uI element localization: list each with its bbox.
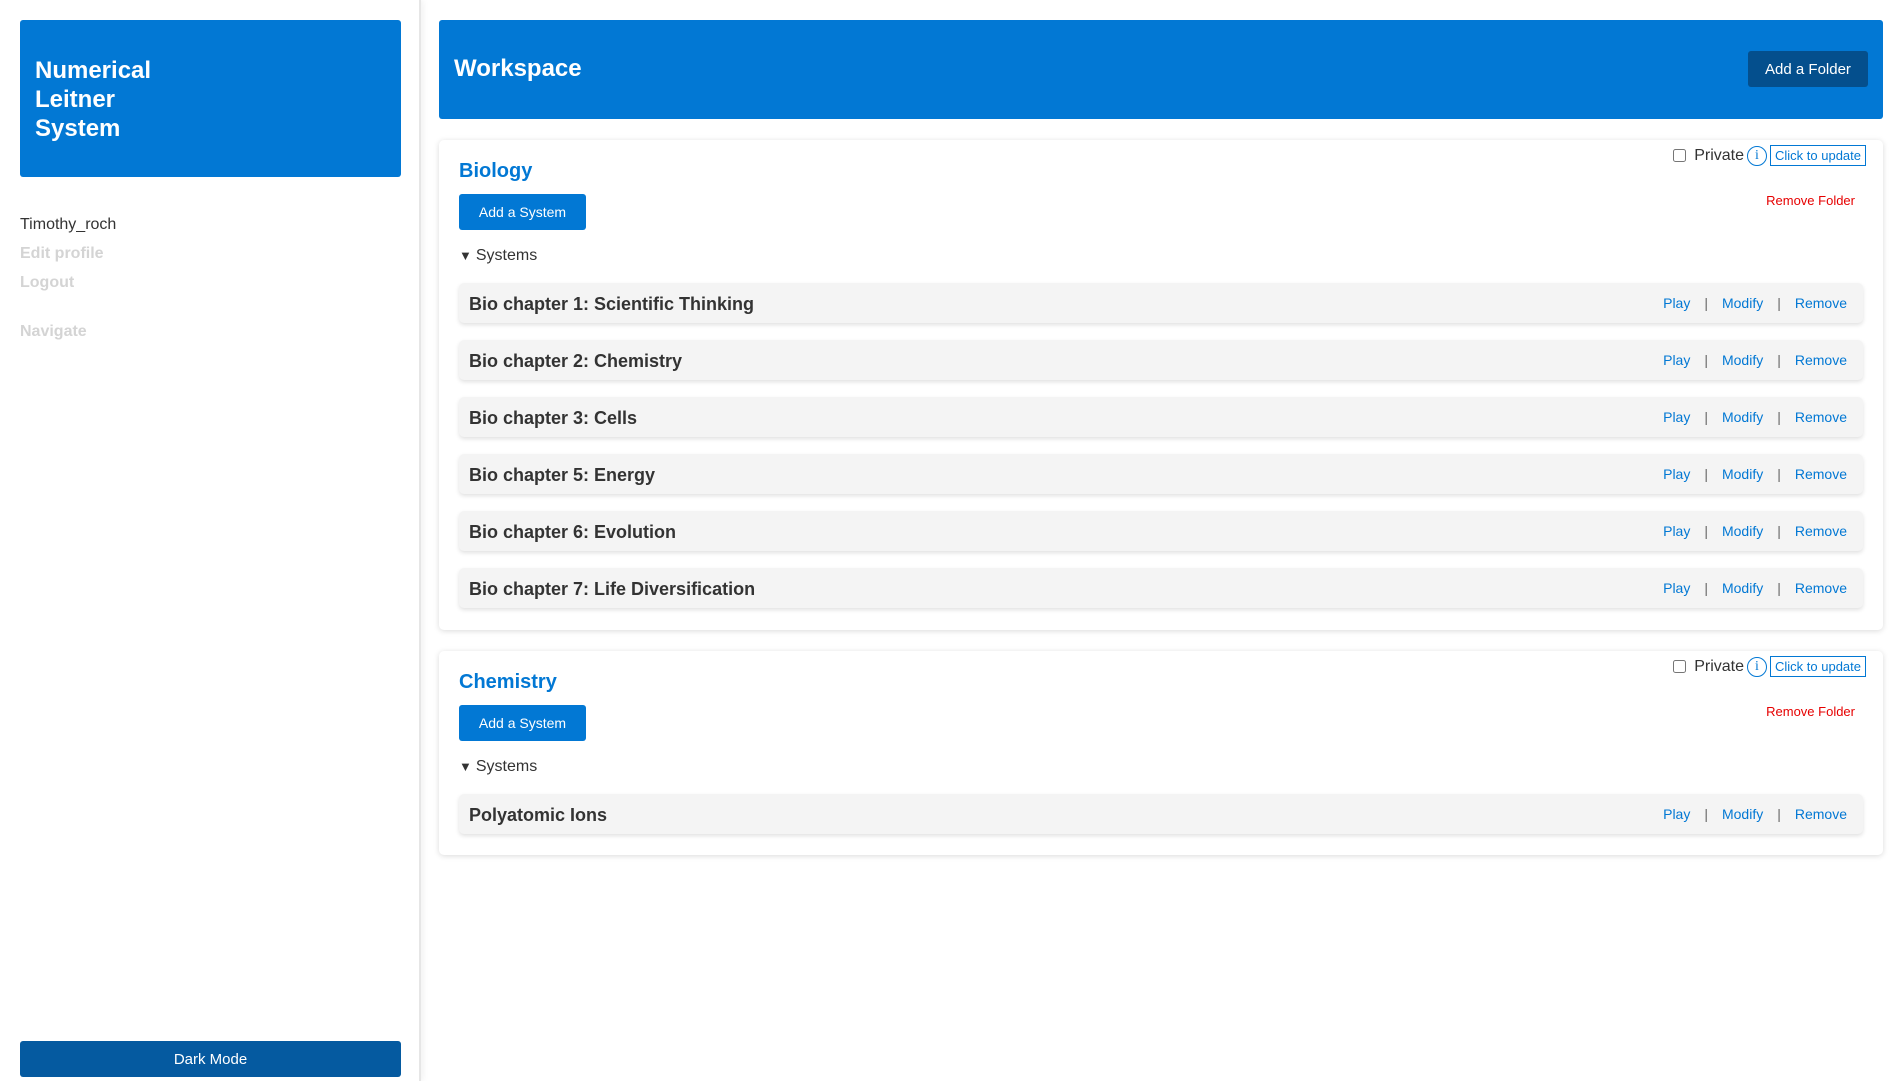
system-actions: Play | Modify | Remove xyxy=(1663,806,1847,822)
system-actions: Play | Modify | Remove xyxy=(1663,466,1847,482)
update-privacy-button[interactable]: Click to update xyxy=(1770,656,1866,677)
add-folder-button[interactable]: Add a Folder xyxy=(1748,51,1868,87)
folder-title: Chemistry xyxy=(459,671,557,693)
remove-link[interactable]: Remove xyxy=(1795,580,1847,596)
private-checkbox[interactable] xyxy=(1673,149,1687,162)
system-row: Bio chapter 5: Energy Play | Modify | Remo… xyxy=(459,454,1863,494)
separator: | xyxy=(1704,806,1708,822)
system-row: Bio chapter 6: Evolution Play | Modify | R… xyxy=(459,511,1863,551)
separator: | xyxy=(1777,409,1781,425)
separator: | xyxy=(1777,523,1781,539)
workspace-header: Workspace Add a Folder xyxy=(439,20,1883,119)
system-name: Bio chapter 1: Scientific Thinking xyxy=(469,294,755,314)
remove-folder-link[interactable]: Remove Folder xyxy=(1766,193,1855,208)
page-title: Workspace xyxy=(454,55,582,82)
brand-line: Numerical xyxy=(35,57,152,84)
navigate-link[interactable]: Navigate xyxy=(20,323,87,341)
sidebar: Numerical Leitner System Timothy_roch Ed… xyxy=(0,0,421,1081)
private-label: Private xyxy=(1694,657,1744,675)
folder-title: Biology xyxy=(459,160,533,182)
remove-folder-link[interactable]: Remove Folder xyxy=(1766,704,1855,719)
separator: | xyxy=(1777,806,1781,822)
modify-link[interactable]: Modify xyxy=(1722,580,1763,596)
separator: | xyxy=(1704,295,1708,311)
separator: | xyxy=(1704,409,1708,425)
system-actions: Play | Modify | Remove xyxy=(1663,295,1847,311)
play-link[interactable]: Play xyxy=(1663,466,1690,482)
system-row: Bio chapter 7: Life Diversification Play… xyxy=(459,568,1863,608)
triangle-down-icon: ▼ xyxy=(459,759,472,774)
private-label: Private xyxy=(1694,146,1744,164)
system-actions: Play | Modify | Remove xyxy=(1663,580,1847,596)
username: Timothy_roch xyxy=(20,216,117,233)
info-icon[interactable]: i xyxy=(1747,656,1767,677)
systems-label: Systems xyxy=(475,247,538,264)
system-actions: Play | Modify | Remove xyxy=(1663,409,1847,425)
remove-link[interactable]: Remove xyxy=(1795,352,1847,368)
play-link[interactable]: Play xyxy=(1663,523,1690,539)
logout-link[interactable]: Logout xyxy=(20,274,74,292)
system-row: Polyatomic Ions Play | Modify | Remove xyxy=(459,794,1863,834)
folder-card: Biology Add a System Private i Click to … xyxy=(439,140,1883,630)
system-row: Bio chapter 2: Chemistry Play | Modify | R… xyxy=(459,340,1863,380)
system-actions: Play | Modify | Remove xyxy=(1663,352,1847,368)
system-name: Bio chapter 6: Evolution xyxy=(469,522,677,542)
play-link[interactable]: Play xyxy=(1663,295,1690,311)
separator: | xyxy=(1704,352,1708,368)
system-name: Bio chapter 3: Cells xyxy=(469,408,638,428)
modify-link[interactable]: Modify xyxy=(1722,466,1763,482)
separator: | xyxy=(1704,580,1708,596)
triangle-down-icon: ▼ xyxy=(459,248,472,263)
modify-link[interactable]: Modify xyxy=(1722,295,1763,311)
folder-card: Chemistry Add a System Private i Click t… xyxy=(439,651,1883,855)
separator: | xyxy=(1777,352,1781,368)
systems-toggle[interactable]: ▼ Systems xyxy=(459,758,537,776)
system-name: Bio chapter 2: Chemistry xyxy=(469,351,683,371)
system-row: Bio chapter 3: Cells Play | Modify | Remov… xyxy=(459,397,1863,437)
brand-line: System xyxy=(35,115,121,142)
play-link[interactable]: Play xyxy=(1663,806,1690,822)
modify-link[interactable]: Modify xyxy=(1722,523,1763,539)
app-brand: Numerical Leitner System xyxy=(20,20,401,177)
system-row: Bio chapter 1: Scientific Thinking Play |… xyxy=(459,283,1863,323)
remove-link[interactable]: Remove xyxy=(1795,295,1847,311)
remove-link[interactable]: Remove xyxy=(1795,466,1847,482)
modify-link[interactable]: Modify xyxy=(1722,806,1763,822)
play-link[interactable]: Play xyxy=(1663,409,1690,425)
private-checkbox[interactable] xyxy=(1673,660,1687,673)
privacy-controls: Private i Click to update xyxy=(1673,656,1866,677)
separator: | xyxy=(1777,580,1781,596)
dark-mode-button[interactable]: Dark Mode xyxy=(20,1041,401,1077)
play-link[interactable]: Play xyxy=(1663,352,1690,368)
add-system-button[interactable]: Add a System xyxy=(459,705,586,741)
modify-link[interactable]: Modify xyxy=(1722,352,1763,368)
systems-label: Systems xyxy=(475,758,538,775)
system-name: Bio chapter 5: Energy xyxy=(469,465,656,485)
edit-profile-link[interactable]: Edit profile xyxy=(20,245,104,263)
separator: | xyxy=(1777,466,1781,482)
separator: | xyxy=(1704,523,1708,539)
system-actions: Play | Modify | Remove xyxy=(1663,523,1847,539)
separator: | xyxy=(1704,466,1708,482)
systems-toggle[interactable]: ▼ Systems xyxy=(459,247,537,265)
remove-link[interactable]: Remove xyxy=(1795,806,1847,822)
system-name: Polyatomic Ions xyxy=(469,805,608,825)
remove-link[interactable]: Remove xyxy=(1795,409,1847,425)
update-privacy-button[interactable]: Click to update xyxy=(1770,145,1866,166)
modify-link[interactable]: Modify xyxy=(1722,409,1763,425)
separator: | xyxy=(1777,295,1781,311)
info-icon[interactable]: i xyxy=(1747,145,1767,166)
remove-link[interactable]: Remove xyxy=(1795,523,1847,539)
system-name: Bio chapter 7: Life Diversification xyxy=(469,579,756,599)
play-link[interactable]: Play xyxy=(1663,580,1690,596)
privacy-controls: Private i Click to update xyxy=(1673,145,1866,166)
brand-line: Leitner xyxy=(35,86,116,113)
add-system-button[interactable]: Add a System xyxy=(459,194,586,230)
